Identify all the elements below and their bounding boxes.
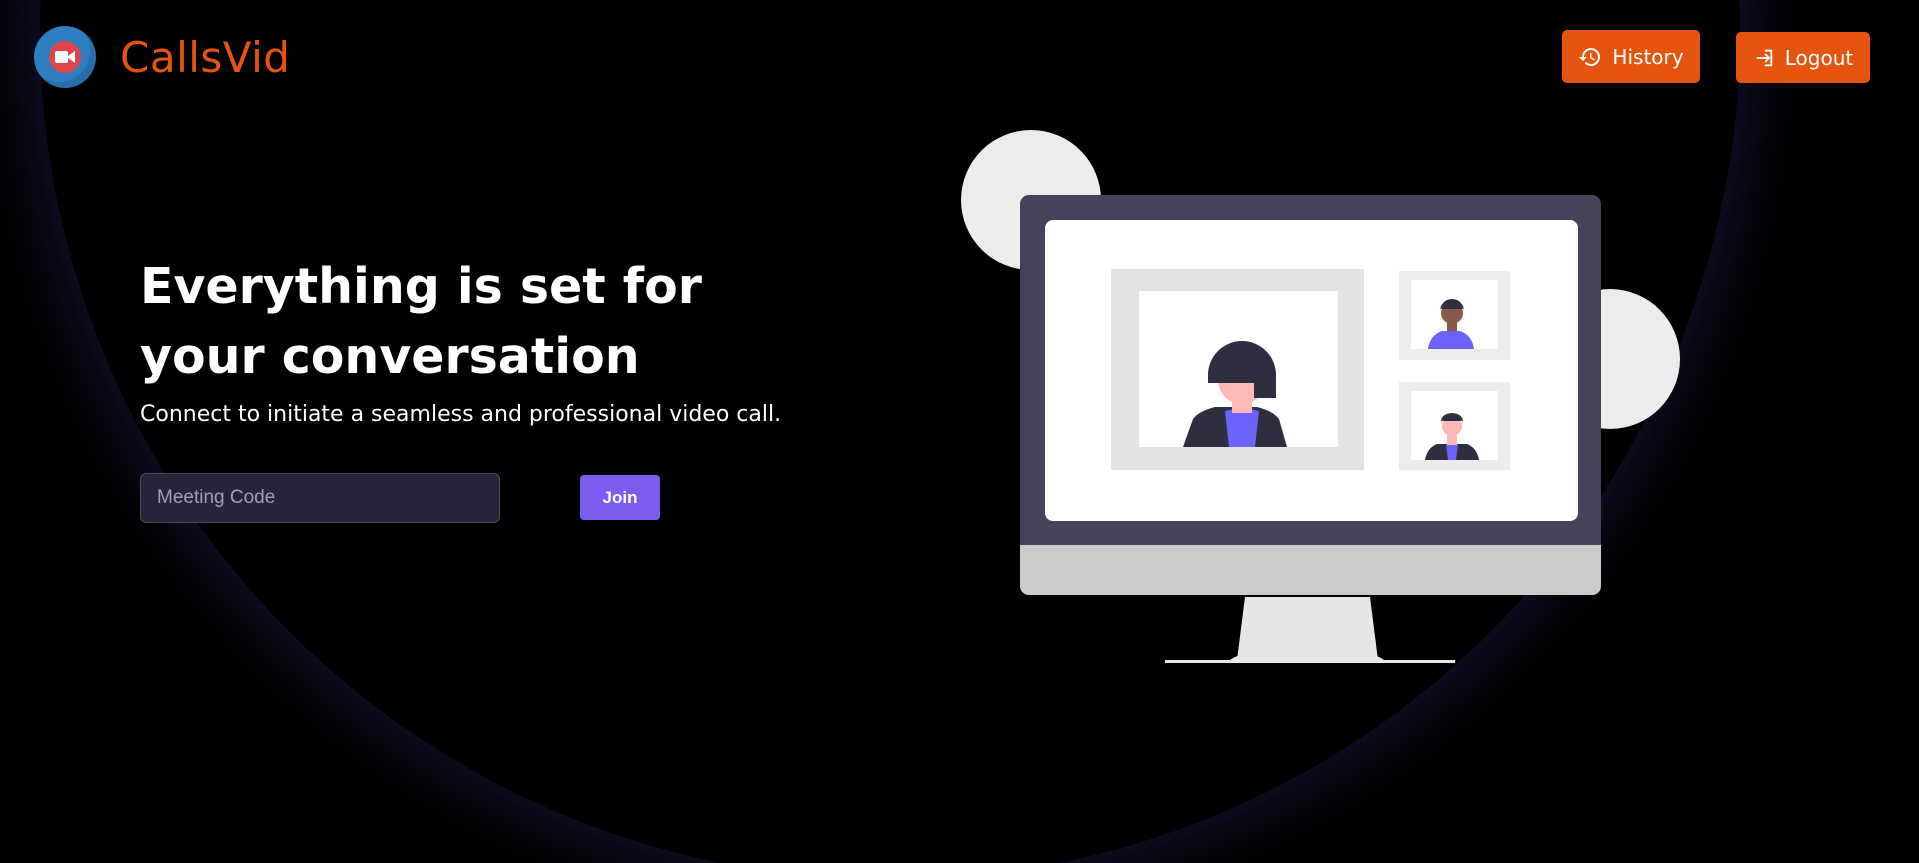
- history-icon: [1579, 47, 1601, 66]
- page: CallsVid History Logout Everything is se…: [0, 0, 1919, 863]
- monitor-chin: [1020, 545, 1601, 595]
- join-button[interactable]: Join: [580, 475, 660, 520]
- hero-subtitle: Connect to initiate a seamless and profe…: [140, 402, 782, 427]
- history-button[interactable]: History: [1562, 30, 1700, 83]
- monitor-base-line: [1165, 660, 1455, 663]
- history-label: History: [1612, 44, 1684, 69]
- login-icon: [1756, 49, 1772, 66]
- video-call-monitor-illustration: [955, 125, 1685, 690]
- video-camera-icon: [34, 26, 96, 88]
- brand-name: CallsVid: [120, 32, 291, 82]
- meeting-code-input[interactable]: [140, 473, 500, 523]
- monitor-stand: [1237, 597, 1378, 660]
- logout-label: Logout: [1784, 45, 1854, 70]
- brand[interactable]: CallsVid: [34, 26, 290, 88]
- logout-button[interactable]: Logout: [1736, 32, 1870, 83]
- hero-title: Everything is set for your conversation: [140, 258, 702, 385]
